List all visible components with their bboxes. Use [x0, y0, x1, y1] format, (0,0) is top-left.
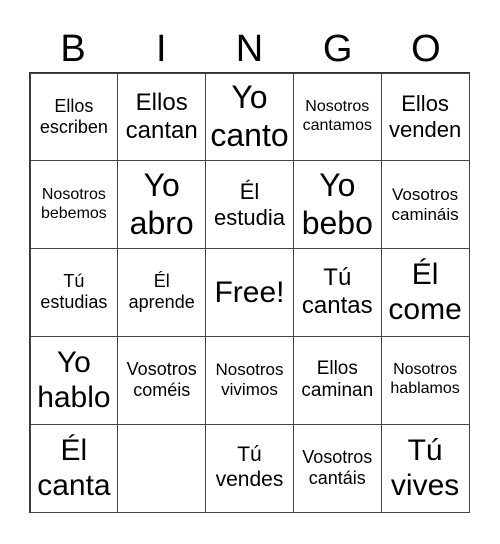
- bingo-cell[interactable]: Vosotros camináis: [380, 160, 470, 250]
- header-letter-n: N: [235, 28, 264, 70]
- bingo-cell[interactable]: Nosotros bebemos: [29, 160, 119, 250]
- bingo-cell[interactable]: Tú cantas: [292, 248, 382, 337]
- bingo-cell[interactable]: Él aprende: [117, 248, 207, 337]
- bingo-cell[interactable]: Él canta: [29, 423, 119, 513]
- bingo-cell[interactable]: Ellos caminan: [292, 335, 382, 425]
- header-letter-b: B: [60, 28, 86, 70]
- free-space-cell[interactable]: Free!: [205, 248, 294, 337]
- bingo-cell[interactable]: Yo hablo: [29, 335, 119, 425]
- bingo-cell[interactable]: Tú estudias: [29, 248, 119, 337]
- header-letter-o: O: [411, 28, 441, 70]
- bingo-cell[interactable]: Él come: [380, 248, 470, 337]
- bingo-cell[interactable]: Tú vives: [380, 423, 470, 513]
- bingo-cell[interactable]: Vosotros cantáis: [292, 423, 382, 513]
- bingo-cell[interactable]: Él estudia: [205, 160, 294, 250]
- bingo-cell[interactable]: Tú vendes: [205, 423, 294, 513]
- bingo-cell[interactable]: Nosotros hablamos: [380, 335, 470, 425]
- bingo-cell[interactable]: Yo bebo: [292, 160, 382, 250]
- bingo-cell[interactable]: Ellos cantan: [117, 72, 207, 162]
- bingo-cell[interactable]: Ellos escriben: [29, 72, 119, 162]
- bingo-cell[interactable]: Yo canto: [205, 72, 294, 162]
- bingo-cell[interactable]: Vosotros coméis: [117, 335, 207, 425]
- bingo-cell[interactable]: Nosotros vivimos: [205, 335, 294, 425]
- bingo-header: B I N G O: [29, 26, 470, 72]
- bingo-cell[interactable]: Nosotros cantamos: [292, 72, 382, 162]
- header-letter-g: G: [322, 28, 353, 70]
- bingo-cell[interactable]: Yo abro: [117, 160, 207, 250]
- bingo-grid: Ellos escriben Ellos cantan Yo canto Nosotr…: [29, 72, 470, 513]
- bingo-cell[interactable]: Ellos venden: [380, 72, 470, 162]
- bingo-cell[interactable]: [117, 423, 207, 513]
- header-letter-i: I: [156, 28, 167, 70]
